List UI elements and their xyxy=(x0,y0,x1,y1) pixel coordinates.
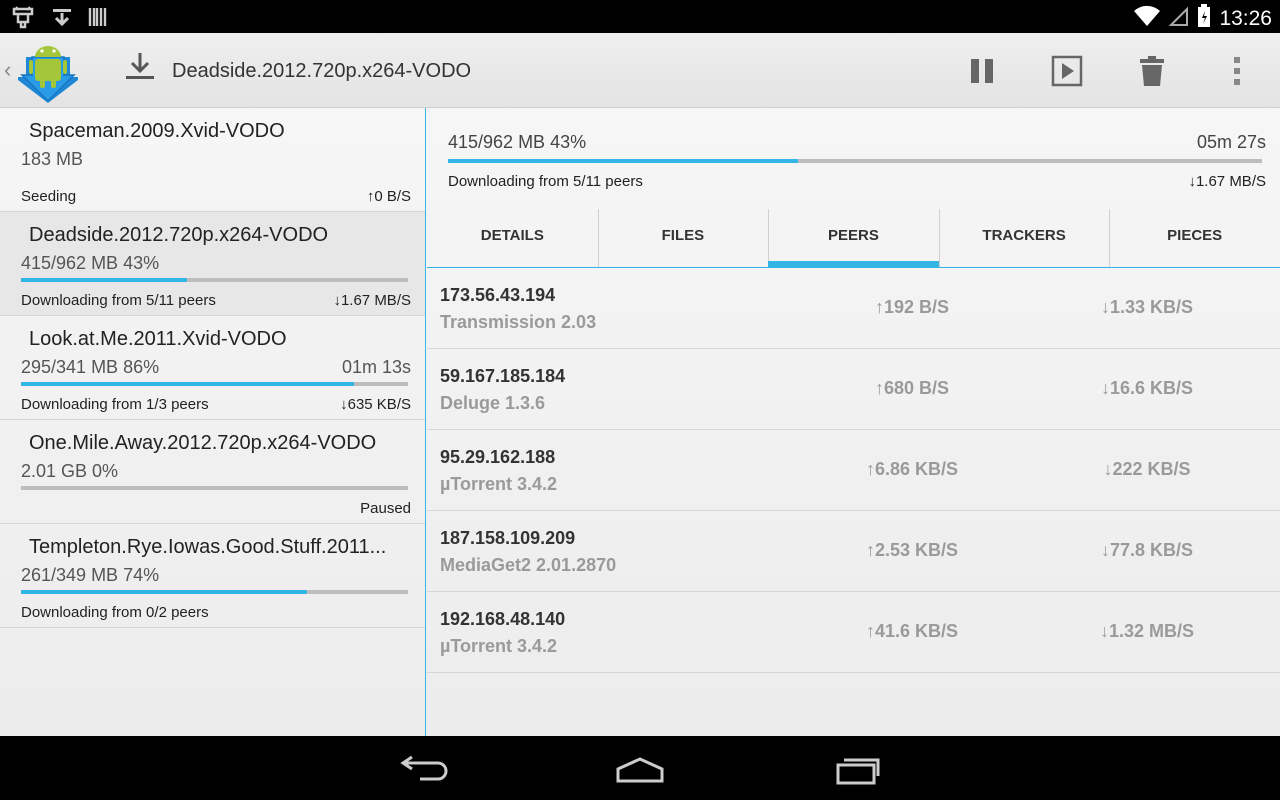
action-bar: ‹ Deadside.2012.720p.x264-VODO xyxy=(0,33,1280,108)
peer-row[interactable]: 173.56.43.194 Transmission 2.03 ↑192 B/S… xyxy=(427,268,1280,349)
peer-upload-rate: ↑680 B/S xyxy=(874,378,950,398)
tab-details[interactable]: DETAILS xyxy=(427,203,598,267)
torrent-size: 183 MB xyxy=(21,149,84,169)
torrent-status: Downloading from 1/3 peers xyxy=(21,396,209,413)
peer-client: µTorrent 3.4.2 xyxy=(440,474,558,494)
torrent-item[interactable]: Look.at.Me.2011.Xvid-VODO 295/341 MB 86%… xyxy=(0,316,425,420)
detail-size: 415/962 MB 43% xyxy=(448,132,587,152)
torrent-progress-bar xyxy=(21,382,408,386)
main-content: Spaceman.2009.Xvid-VODO 183 MB Seeding ↑… xyxy=(0,108,1280,736)
torrent-item[interactable]: Deadside.2012.720p.x264-VODO 415/962 MB … xyxy=(0,212,425,316)
signal-icon xyxy=(1169,5,1189,32)
torrent-name: One.Mile.Away.2012.720p.x264-VODO xyxy=(29,432,377,454)
peer-row[interactable]: 187.158.109.209 MediaGet2 2.01.2870 ↑2.5… xyxy=(427,511,1280,592)
torrent-rate: ↓1.67 MB/S xyxy=(333,292,411,309)
peer-ip: 192.168.48.140 xyxy=(440,609,566,629)
torrent-progress-bar xyxy=(21,590,408,594)
torrent-list: Spaceman.2009.Xvid-VODO 183 MB Seeding ↑… xyxy=(0,108,426,736)
up-caret-icon[interactable]: ‹ xyxy=(4,57,11,83)
peer-row[interactable]: 95.29.162.188 µTorrent 3.4.2 ↑6.86 KB/S … xyxy=(427,430,1280,511)
peer-ip: 187.158.109.209 xyxy=(440,528,576,548)
torrent-name: Templeton.Rye.Iowas.Good.Stuff.2011... xyxy=(29,536,387,558)
peer-list: 173.56.43.194 Transmission 2.03 ↑192 B/S… xyxy=(427,268,1280,673)
delete-button[interactable] xyxy=(1132,51,1172,91)
torrent-progress-bar xyxy=(21,486,408,490)
torrent-item[interactable]: Templeton.Rye.Iowas.Good.Stuff.2011... 2… xyxy=(0,524,425,628)
peer-ip: 173.56.43.194 xyxy=(440,285,556,305)
detail-progress-bar xyxy=(448,159,1262,163)
torrent-size: 295/341 MB 86% xyxy=(21,357,160,377)
page-title: Deadside.2012.720p.x264-VODO xyxy=(172,60,472,82)
play-button[interactable] xyxy=(1047,51,1087,91)
back-icon xyxy=(400,755,448,781)
torrent-progress-bar xyxy=(21,278,408,282)
torrent-detail: 415/962 MB 43% 05m 27s Downloading from … xyxy=(427,108,1280,736)
play-icon xyxy=(1051,55,1083,87)
torrent-rate: Paused xyxy=(360,500,411,517)
peer-download-rate: ↓222 KB/S xyxy=(1103,459,1191,479)
torrent-name: Spaceman.2009.Xvid-VODO xyxy=(29,120,285,142)
torrent-item[interactable]: One.Mile.Away.2012.720p.x264-VODO 2.01 G… xyxy=(0,420,425,524)
detail-tabs: DETAILS FILES PEERS TRACKERS PIECES xyxy=(427,203,1280,268)
tab-files[interactable]: FILES xyxy=(597,203,769,267)
home-button[interactable] xyxy=(610,750,670,790)
torrent-status: Downloading from 5/11 peers xyxy=(21,292,216,309)
tab-pieces[interactable]: PIECES xyxy=(1109,203,1280,267)
wifi-icon xyxy=(1133,5,1161,32)
battery-icon xyxy=(1197,4,1211,33)
torrent-size: 261/349 MB 74% xyxy=(21,565,160,585)
torrent-size: 415/962 MB 43% xyxy=(21,253,160,273)
detail-status: Downloading from 5/11 peers xyxy=(448,173,643,190)
detail-eta: 05m 27s xyxy=(1196,132,1266,152)
back-button[interactable] xyxy=(394,750,454,790)
torrent-name: Look.at.Me.2011.Xvid-VODO xyxy=(29,328,287,350)
recent-apps-icon xyxy=(836,758,880,785)
peer-download-rate: ↓1.33 KB/S xyxy=(1100,297,1194,317)
peer-upload-rate: ↑2.53 KB/S xyxy=(865,540,959,560)
download-notification-icon xyxy=(50,5,74,34)
peer-row[interactable]: 192.168.48.140 µTorrent 3.4.2 ↑41.6 KB/S… xyxy=(427,592,1280,673)
torrent-name: Deadside.2012.720p.x264-VODO xyxy=(29,224,329,246)
status-bar: 13:26 xyxy=(0,0,1280,33)
peer-download-rate: ↓16.6 KB/S xyxy=(1100,378,1194,398)
torrent-status: Seeding xyxy=(21,188,77,205)
pause-icon xyxy=(971,59,993,83)
trash-icon xyxy=(1140,56,1164,86)
peer-client: Transmission 2.03 xyxy=(440,312,597,332)
peer-ip: 95.29.162.188 xyxy=(440,447,556,467)
peer-ip: 59.167.185.184 xyxy=(440,366,566,386)
torrent-rate: ↑0 B/S xyxy=(366,188,411,205)
torrent-item[interactable]: Spaceman.2009.Xvid-VODO 183 MB Seeding ↑… xyxy=(0,108,425,212)
peer-download-rate: ↓77.8 KB/S xyxy=(1100,540,1194,560)
detail-rate: ↓1.67 MB/S xyxy=(1188,173,1266,190)
torrent-eta: 01m 13s xyxy=(341,357,411,377)
overflow-menu-button[interactable] xyxy=(1217,51,1257,91)
peer-download-rate: ↓1.32 MB/S xyxy=(1099,621,1195,641)
torrent-size: 2.01 GB 0% xyxy=(21,461,119,481)
tab-trackers[interactable]: TRACKERS xyxy=(938,203,1110,267)
peer-client: µTorrent 3.4.2 xyxy=(440,636,558,656)
navigation-bar xyxy=(0,736,1280,800)
download-icon xyxy=(124,51,156,86)
pause-button[interactable] xyxy=(962,51,1002,91)
clock: 13:26 xyxy=(1219,6,1272,30)
peer-upload-rate: ↑6.86 KB/S xyxy=(865,459,959,479)
barcode-icon xyxy=(88,5,108,34)
torrent-status: Downloading from 0/2 peers xyxy=(21,604,209,621)
tab-peers[interactable]: PEERS xyxy=(768,203,939,267)
peer-upload-rate: ↑192 B/S xyxy=(874,297,950,317)
peer-row[interactable]: 59.167.185.184 Deluge 1.3.6 ↑680 B/S ↓16… xyxy=(427,349,1280,430)
usb-debug-icon xyxy=(10,5,36,34)
recent-apps-button[interactable] xyxy=(828,750,888,790)
peer-client: MediaGet2 2.01.2870 xyxy=(440,555,617,575)
app-logo-icon[interactable] xyxy=(14,39,82,108)
home-icon xyxy=(616,757,664,783)
overflow-menu-icon xyxy=(1234,57,1240,85)
peer-upload-rate: ↑41.6 KB/S xyxy=(865,621,959,641)
peer-client: Deluge 1.3.6 xyxy=(440,393,546,413)
torrent-rate: ↓635 KB/S xyxy=(340,396,411,413)
